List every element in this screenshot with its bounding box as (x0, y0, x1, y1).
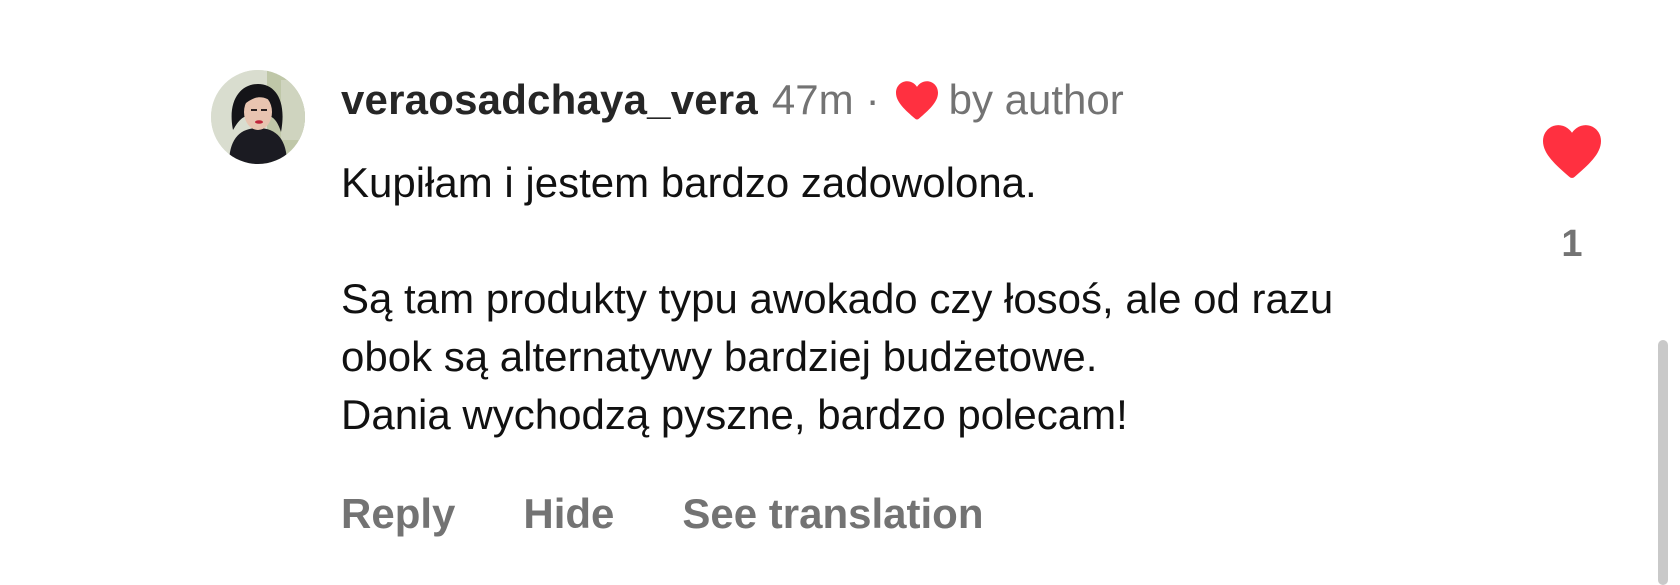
heart-icon (894, 79, 940, 121)
avatar-photo (211, 70, 305, 164)
hide-button[interactable]: Hide (523, 486, 614, 542)
comment-time: 47m (771, 76, 854, 123)
liked-by-author-label: by author (948, 76, 1124, 123)
like-count[interactable]: 1 (1552, 218, 1592, 270)
like-button[interactable] (1540, 122, 1604, 180)
comment-line: Kupiłam i jestem bardzo zadowolona. (341, 159, 1037, 206)
comment-body: Kupiłam i jestem bardzo zadowolona. Są t… (341, 154, 1541, 444)
separator-dot: · (865, 76, 880, 123)
scrollbar[interactable] (1658, 340, 1668, 585)
heart-filled-icon (1543, 125, 1601, 178)
comment-line: Są tam produkty typu awokado czy łosoś, … (341, 275, 1334, 322)
see-translation-button[interactable]: See translation (682, 486, 983, 542)
username[interactable]: veraosadchaya_vera (341, 72, 758, 128)
comment-actions: Reply Hide See translation (341, 486, 984, 542)
comment-line: obok są alternatywy bardziej budżetowe. (341, 333, 1098, 380)
reply-button[interactable]: Reply (341, 486, 455, 542)
avatar[interactable] (211, 70, 305, 164)
comment-line: Dania wychodzą pyszne, bardzo polecam! (341, 391, 1128, 438)
comment-header: veraosadchaya_vera 47m · by author (341, 72, 1124, 128)
comment: veraosadchaya_vera 47m · by author Kupił… (0, 0, 1680, 585)
